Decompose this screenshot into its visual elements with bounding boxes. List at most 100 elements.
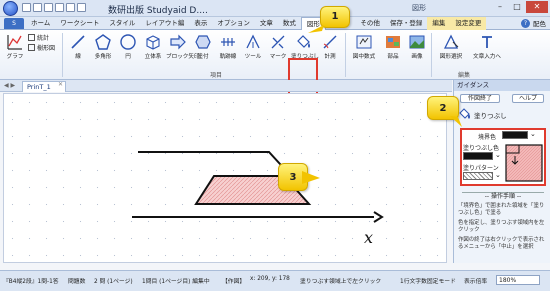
image-button[interactable]: 画像 [405, 31, 429, 68]
chevron-down-icon[interactable]: ⌄ [530, 130, 536, 138]
select-shape-label: 図形選択 [439, 54, 463, 60]
step-1-text: 「境界色」で囲まれた領域を「塗りつぶし色」で塗る [458, 203, 545, 216]
locus-icon [221, 38, 235, 46]
undo-icon[interactable] [55, 3, 64, 12]
status-question-count-label: 問題数 [68, 279, 86, 285]
chevron-down-icon[interactable]: ⌄ [495, 171, 501, 179]
graph-icon [7, 35, 22, 50]
polygon-label: 多角形 [94, 54, 112, 60]
paint-bucket-icon [297, 35, 310, 48]
ribbon-group-edit-label: 編集 [458, 72, 471, 79]
fill-preview [505, 144, 543, 182]
stats-icon [28, 34, 35, 41]
figure-formula-label: 図中数式 [352, 54, 376, 60]
measure-button[interactable]: 計測 [318, 31, 342, 68]
parts-icon [386, 36, 400, 48]
status-question-count: 2 問 (1ページ) [94, 279, 133, 285]
tab-home[interactable]: ホーム [26, 17, 55, 30]
fill-shape-button[interactable]: 塗付 [191, 31, 215, 68]
select-shape-button[interactable]: 図形選択 [436, 31, 466, 68]
ribbon-separator [62, 33, 63, 77]
tool-label: ツール [244, 54, 262, 60]
stats-button[interactable]: 統計 [28, 33, 49, 42]
tab-save-register[interactable]: 保存・登録 [385, 17, 428, 30]
mark-button[interactable]: マーク [266, 31, 290, 68]
tab-other[interactable]: その他 [355, 17, 385, 30]
ribbon-tab-bar: S ホーム ワークシート スタイル レイアウト編 表示 オプション 文章 数式 … [0, 17, 550, 31]
tab-settings[interactable]: 設定変更 [450, 17, 487, 30]
redo-icon[interactable] [66, 3, 75, 12]
zoom-select[interactable]: 180% [496, 275, 540, 285]
save-icon[interactable] [22, 3, 31, 12]
file-tab[interactable]: S [4, 18, 24, 29]
finish-drawing-button[interactable]: 作図終了 [460, 94, 500, 103]
graph-button[interactable]: グラフ [3, 31, 27, 68]
tree-diagram-button[interactable]: 樹形図 [28, 43, 55, 52]
fill-shape-label: 塗付 [197, 54, 209, 60]
x-axis-label: x [364, 228, 374, 247]
line-label: 線 [75, 54, 81, 60]
parts-label: 部品 [387, 54, 399, 60]
ribbon-group-items-label: 項目 [210, 72, 223, 79]
doc-nav-arrows[interactable]: ◀ ▶ [4, 82, 15, 89]
chevron-down-icon[interactable]: ⌄ [495, 151, 501, 159]
border-color-label: 境界色 [478, 134, 497, 141]
quick-access-toolbar [22, 3, 86, 12]
text-input-button[interactable]: 文章入力へ [470, 31, 504, 68]
status-editing: 1問目 (1ページ目) 編集中 [142, 279, 210, 285]
x-axis-arrowhead [373, 211, 384, 223]
circle-button[interactable]: 円 [116, 31, 140, 68]
color-scheme-label[interactable]: 配色 [533, 18, 546, 28]
border-color-select[interactable] [502, 131, 528, 139]
figure-formula-button[interactable]: 図中数式 [349, 31, 379, 68]
tab-text[interactable]: 文章 [255, 17, 278, 30]
document-tab-close-icon[interactable]: ✕ [58, 81, 63, 88]
document-tab-bar: ◀ ▶ PrinT_1 ✕ [0, 80, 452, 92]
tab-view[interactable]: 表示 [189, 17, 212, 30]
tab-options[interactable]: オプション [212, 17, 255, 30]
solid-label: 立体系 [144, 54, 162, 60]
block-arrow-button[interactable]: ブロック矢印 [166, 31, 200, 68]
circle-icon [120, 34, 136, 50]
fill-properties-box: 境界色 ⌄ 塗りつぶし色 ⌄ 塗りパターン ⌄ [460, 128, 546, 186]
print-icon[interactable] [44, 3, 53, 12]
open-icon[interactable] [33, 3, 42, 12]
fill-color-label: 塗りつぶし色 [463, 145, 500, 152]
locus-button[interactable]: 軌跡線 [216, 31, 240, 68]
line-button[interactable]: 線 [66, 31, 90, 68]
app-logo-icon[interactable] [3, 1, 18, 16]
callout-2-pointer [450, 116, 462, 127]
steps-header: -- 操作手順 -- [462, 192, 544, 200]
status-zoom-label: 表示倍率 [464, 279, 488, 285]
hexagon-icon [195, 35, 211, 49]
callout-1-pointer [308, 25, 324, 33]
qat-customize-icon[interactable] [77, 3, 86, 12]
measure-label: 計測 [324, 54, 336, 60]
drawing-canvas[interactable]: x [3, 93, 447, 263]
graph-label: グラフ [6, 54, 24, 60]
help-button[interactable]: ヘルプ [512, 94, 544, 103]
tab-worksheet[interactable]: ワークシート [55, 17, 104, 30]
tab-style[interactable]: スタイル [104, 17, 140, 30]
ribbon-separator [345, 33, 346, 77]
minimize-button[interactable]: – [492, 1, 508, 13]
step-2-text: 色を指定し、塗りつぶす領域内を左クリック [458, 220, 545, 233]
help-icon[interactable]: ? [521, 18, 530, 28]
parts-button[interactable]: 部品 [381, 31, 405, 68]
ribbon: グラフ 統計 樹形図 線 多角形 円 立体系 ブロック矢印 塗付 軌跡線 ツール… [0, 30, 550, 96]
tool-button[interactable]: ツール [241, 31, 265, 68]
tab-edit[interactable]: 編集 [427, 17, 451, 30]
tab-layout[interactable]: レイアウト編 [140, 17, 189, 30]
measure-icon [323, 35, 337, 49]
fill-color-select[interactable] [463, 152, 493, 160]
solid-button[interactable]: 立体系 [141, 31, 165, 68]
tab-formula[interactable]: 数式 [278, 17, 301, 30]
status-hint: 塗りつぶす領域上で左クリック [300, 279, 382, 285]
tree-diagram-icon [28, 44, 35, 51]
status-coordinates: x: 209, y: 178 [250, 276, 290, 282]
maximize-button[interactable]: □ [509, 1, 525, 13]
close-button[interactable]: ✕ [526, 1, 548, 13]
status-mode: 【作図】 [222, 279, 246, 285]
fill-pattern-select[interactable] [463, 172, 493, 180]
polygon-button[interactable]: 多角形 [91, 31, 115, 68]
